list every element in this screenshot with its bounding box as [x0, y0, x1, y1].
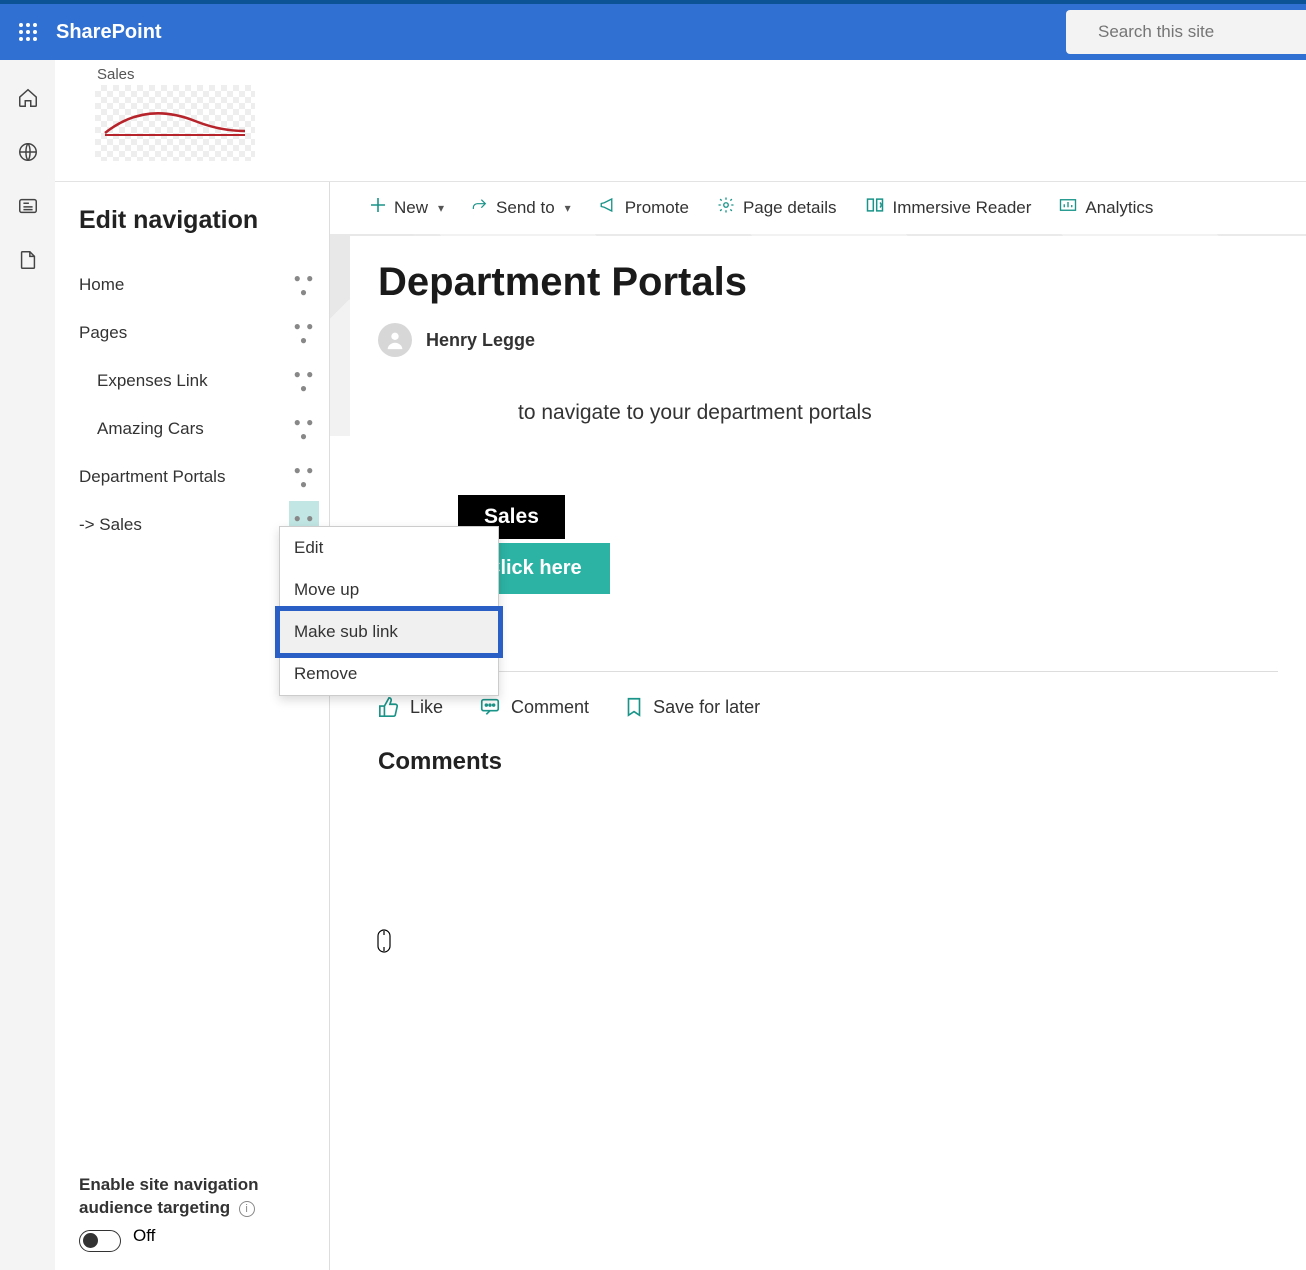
more-icon[interactable]: ● ● ● — [289, 271, 319, 299]
file-icon[interactable] — [16, 248, 40, 272]
left-rail — [0, 60, 55, 1270]
bookmark-icon — [625, 696, 643, 718]
analytics-icon — [1059, 197, 1077, 218]
globe-icon[interactable] — [16, 140, 40, 164]
author-name[interactable]: Henry Legge — [426, 330, 535, 351]
save-label: Save for later — [653, 697, 760, 718]
menu-item-make-sub-link[interactable]: Make sub link — [280, 611, 498, 653]
comments-heading: Comments — [378, 748, 1278, 776]
analytics-button[interactable]: Analytics — [1059, 197, 1153, 218]
toggle-state-label: Off — [133, 1226, 155, 1246]
cmd-label: Promote — [625, 198, 689, 218]
nav-item-label: Amazing Cars — [97, 419, 204, 439]
send-to-button[interactable]: Send to ▾ — [472, 197, 571, 218]
search-box[interactable] — [1066, 10, 1306, 54]
menu-item-edit[interactable]: Edit — [280, 527, 498, 569]
search-input[interactable] — [1098, 22, 1306, 42]
promote-button[interactable]: Promote — [599, 197, 689, 218]
nav-item-department-portals[interactable]: Department Portals ● ● ● — [79, 453, 329, 501]
chevron-down-icon: ▾ — [438, 201, 444, 215]
nav-item-label: -> Sales — [79, 515, 142, 535]
news-icon[interactable] — [16, 194, 40, 218]
audience-targeting-label: Enable site navigation audience targetin… — [79, 1175, 259, 1217]
comment-button[interactable]: Comment — [479, 696, 589, 718]
cmd-label: Immersive Reader — [893, 198, 1032, 218]
share-icon — [472, 197, 488, 218]
nav-item-expenses-link[interactable]: Expenses Link ● ● ● — [79, 357, 329, 405]
top-bar: SharePoint — [0, 4, 1306, 60]
nav-footer: Enable site navigation audience targetin… — [79, 1174, 329, 1270]
site-logo[interactable] — [95, 85, 255, 161]
page-subtitle: to navigate to your department portals — [518, 401, 1278, 425]
menu-item-move-up[interactable]: Move up — [280, 569, 498, 611]
more-icon[interactable]: ● ● ● — [289, 463, 319, 491]
more-icon[interactable]: ● ● ● — [289, 319, 319, 347]
plus-icon — [370, 197, 386, 218]
comment-icon — [479, 696, 501, 718]
nav-item-pages[interactable]: Pages ● ● ● — [79, 309, 329, 357]
like-button[interactable]: Like — [378, 696, 443, 718]
waffle-icon — [19, 23, 37, 41]
command-bar: New ▾ Send to ▾ Promote — [330, 182, 1306, 234]
cmd-label: Page details — [743, 198, 837, 218]
edit-navigation-panel: Edit navigation Home ● ● ● Pages ● ● ● E… — [55, 182, 330, 1270]
comment-label: Comment — [511, 697, 589, 718]
info-icon[interactable]: i — [239, 1201, 255, 1217]
menu-item-remove[interactable]: Remove — [280, 653, 498, 695]
panel-title: Edit navigation — [79, 206, 329, 235]
page-actions: Like Comment Save for later — [378, 696, 1278, 718]
new-button[interactable]: New ▾ — [370, 197, 444, 218]
chevron-down-icon: ▾ — [565, 201, 571, 215]
author-row: Henry Legge — [378, 323, 1278, 357]
audience-targeting-toggle[interactable] — [79, 1230, 121, 1252]
site-name: Sales — [97, 66, 1306, 83]
site-header: Sales — [55, 60, 1306, 182]
nav-item-label: Department Portals — [79, 467, 225, 487]
reader-icon — [865, 196, 885, 219]
avatar[interactable] — [378, 323, 412, 357]
cmd-label: New — [394, 198, 428, 218]
user-icon — [384, 329, 406, 351]
page-details-button[interactable]: Page details — [717, 196, 837, 219]
save-button[interactable]: Save for later — [625, 696, 760, 718]
gear-icon — [717, 196, 735, 219]
nav-item-home[interactable]: Home ● ● ● — [79, 261, 329, 309]
brand-label[interactable]: SharePoint — [56, 21, 162, 44]
nav-item-label: Home — [79, 275, 124, 295]
like-label: Like — [410, 697, 443, 718]
megaphone-icon — [599, 197, 617, 218]
content-area: New ▾ Send to ▾ Promote — [330, 182, 1306, 1270]
home-icon[interactable] — [16, 86, 40, 110]
like-icon — [378, 696, 400, 718]
car-logo-icon — [100, 103, 250, 143]
cmd-label: Send to — [496, 198, 555, 218]
more-icon[interactable]: ● ● ● — [289, 415, 319, 443]
nav-item-label: Pages — [79, 323, 127, 343]
page-title: Department Portals — [378, 260, 1278, 305]
app-launcher[interactable] — [0, 23, 56, 41]
more-icon[interactable]: ● ● ● — [289, 367, 319, 395]
department-tile: Sales Click here — [416, 483, 1278, 643]
context-menu: Edit Move up Make sub link Remove — [279, 526, 499, 696]
nav-item-label: Expenses Link — [97, 371, 208, 391]
divider — [378, 671, 1278, 672]
cmd-label: Analytics — [1085, 198, 1153, 218]
immersive-reader-button[interactable]: Immersive Reader — [865, 196, 1032, 219]
nav-item-amazing-cars[interactable]: Amazing Cars ● ● ● — [79, 405, 329, 453]
